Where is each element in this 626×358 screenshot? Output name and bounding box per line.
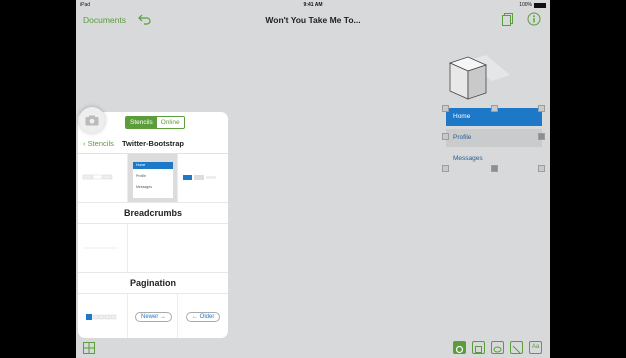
camera-button[interactable]	[79, 107, 105, 133]
bottom-toolbar: Aa	[76, 338, 550, 358]
stencils-grid-icon[interactable]	[83, 341, 95, 358]
back-label: Stencils	[87, 139, 114, 148]
source-segmented-control[interactable]: Stencils Online	[125, 116, 185, 129]
select-tool-icon[interactable]	[453, 341, 466, 354]
navigation-bar: Documents Won't You Take Me To...	[76, 9, 550, 31]
cube-shape[interactable]	[448, 55, 512, 110]
app-screen: iPad 9:41 AM 100% Documents Won't You Ta…	[76, 0, 550, 358]
preview-profile: Profile	[136, 174, 146, 178]
stencils-popover: Stencils Online ‹ Stencils Twitter-Boots…	[78, 112, 228, 338]
battery-indicator: 100%	[519, 2, 546, 8]
stencil-pagination-thumb[interactable]	[78, 294, 128, 338]
nav-list-stencil[interactable]: Home Profile Messages	[446, 108, 542, 170]
resize-handle[interactable]	[442, 133, 449, 140]
freehand-tool-icon[interactable]	[491, 341, 504, 354]
resize-handle[interactable]	[538, 105, 545, 112]
segment-online[interactable]: Online	[156, 117, 184, 128]
chevron-left-icon: ‹	[83, 139, 86, 148]
canvases-icon[interactable]	[502, 13, 513, 31]
stencil-pager-newer-thumb[interactable]: Newer →	[128, 294, 178, 338]
section-breadcrumbs-title: Breadcrumbs	[123, 208, 183, 218]
info-icon[interactable]	[527, 12, 541, 31]
stencil-nav-list-thumb[interactable]: Home Profile Messages	[128, 154, 178, 202]
resize-handle[interactable]	[442, 165, 449, 172]
preview-messages: Messages	[136, 185, 152, 189]
resize-handle[interactable]	[538, 133, 545, 140]
resize-handle[interactable]	[491, 105, 498, 112]
stencil-breadcrumb-thumb[interactable]	[78, 224, 128, 272]
resize-handle[interactable]	[442, 105, 449, 112]
back-button[interactable]: ‹ Stencils	[83, 139, 114, 148]
battery-percent: 100%	[519, 2, 532, 8]
stencil-row	[78, 223, 228, 273]
resize-handle[interactable]	[491, 165, 498, 172]
pager-newer-preview: Newer →	[135, 312, 173, 322]
stencil-grid: Home Profile Messages Breadcrumbs Pagina…	[78, 153, 228, 338]
preview-home: Home	[133, 162, 173, 169]
stencil-tabs-thumb[interactable]	[78, 154, 128, 202]
stencil-empty-cell	[128, 224, 228, 272]
stencil-row: Newer → ← Older	[78, 293, 228, 338]
section-pagination-title: Pagination	[129, 278, 176, 288]
status-bar: iPad 9:41 AM 100%	[76, 0, 550, 9]
stencil-pills-thumb[interactable]	[178, 154, 228, 202]
shape-tool-icon[interactable]	[472, 341, 485, 354]
menu-item-profile[interactable]: Profile	[446, 129, 542, 147]
resize-handle[interactable]	[538, 165, 545, 172]
camera-icon	[85, 115, 99, 125]
text-tool-icon[interactable]: Aa	[529, 341, 542, 354]
stencil-row: Home Profile Messages	[78, 154, 228, 203]
document-title: Won't You Take Me To...	[265, 15, 361, 25]
line-tool-icon[interactable]	[510, 341, 523, 354]
pager-older-preview: ← Older	[186, 312, 221, 322]
stencil-pager-older-thumb[interactable]: ← Older	[178, 294, 228, 338]
battery-icon	[534, 2, 546, 8]
stencil-set-title: Twitter-Bootstrap	[122, 139, 184, 148]
clock: 9:41 AM	[303, 2, 323, 8]
segment-stencils[interactable]: Stencils	[126, 117, 157, 128]
